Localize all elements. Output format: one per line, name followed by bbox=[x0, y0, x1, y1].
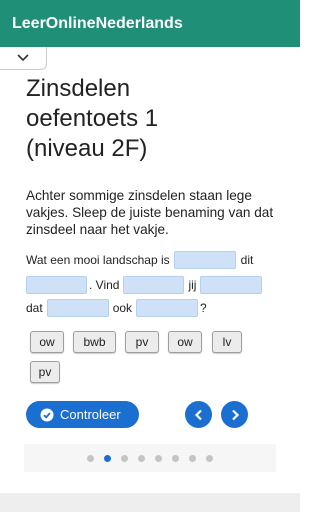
next-button[interactable] bbox=[221, 401, 248, 428]
title-line-3: (niveau 2F) bbox=[26, 135, 148, 162]
app-bar: LeerOnlineNederlands bbox=[0, 0, 300, 47]
title-line-2: oefentoets 1 bbox=[26, 105, 159, 132]
page-dot[interactable] bbox=[121, 454, 128, 462]
chevron-right-icon bbox=[230, 409, 240, 421]
check-button[interactable]: Controleer bbox=[26, 401, 139, 428]
app-title: LeerOnlineNederlands bbox=[12, 14, 183, 32]
page-dot[interactable] bbox=[87, 454, 94, 462]
page-dot-current[interactable] bbox=[104, 454, 111, 462]
drop-slot[interactable] bbox=[46, 299, 109, 317]
sentence-text: jij bbox=[188, 278, 197, 292]
check-circle-icon bbox=[40, 408, 54, 422]
sentence-text: dat bbox=[26, 301, 43, 315]
sentence-text: dit bbox=[240, 253, 254, 267]
sentence-text: ? bbox=[200, 301, 207, 315]
drop-slot[interactable] bbox=[123, 276, 185, 294]
sentence-text: Wat een mooi landschap is bbox=[26, 253, 170, 267]
page-dot[interactable] bbox=[138, 454, 145, 462]
option-chip[interactable]: bwb bbox=[73, 331, 116, 353]
title-line-1: Zinsdelen bbox=[26, 75, 131, 102]
sentence-text: . Vind bbox=[89, 278, 120, 292]
check-button-label: Controleer bbox=[60, 407, 121, 422]
collapse-toggle[interactable] bbox=[0, 47, 47, 70]
page-title: Zinsdelen oefentoets 1 (niveau 2F) bbox=[26, 74, 286, 164]
option-chip[interactable]: lv bbox=[212, 331, 242, 353]
option-chip[interactable]: ow bbox=[168, 331, 202, 353]
instruction-text: Achter sommige zinsdelen staan lege vakj… bbox=[26, 188, 274, 237]
option-chip[interactable]: pv bbox=[125, 331, 159, 353]
page-dot[interactable] bbox=[172, 454, 179, 462]
footer-band bbox=[0, 493, 300, 512]
drop-slot[interactable] bbox=[26, 276, 87, 294]
page-dot[interactable] bbox=[189, 454, 196, 462]
chevron-left-icon bbox=[194, 409, 204, 421]
page-dot[interactable] bbox=[206, 454, 213, 462]
sentence-text: ook bbox=[112, 301, 133, 315]
drop-slot[interactable] bbox=[200, 276, 263, 294]
option-chip[interactable]: pv bbox=[30, 361, 60, 383]
option-chip[interactable]: ow bbox=[30, 331, 64, 353]
pagination-dots bbox=[24, 444, 276, 472]
chevron-down-icon bbox=[17, 54, 29, 62]
drop-slot[interactable] bbox=[173, 251, 236, 269]
page-dot[interactable] bbox=[155, 454, 162, 462]
drop-slot[interactable] bbox=[136, 299, 199, 317]
previous-button[interactable] bbox=[185, 401, 212, 428]
